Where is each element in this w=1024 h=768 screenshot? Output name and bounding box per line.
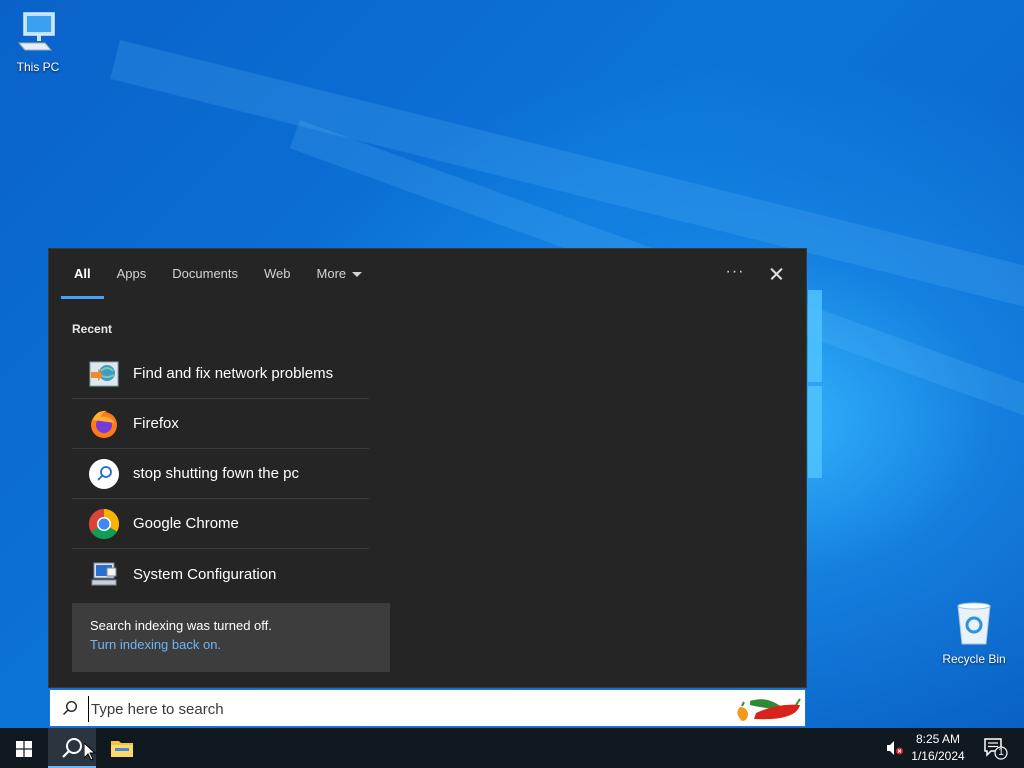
list-item-label: Find and fix network problems [133,365,334,382]
search-highlight-peppers-icon [737,698,801,721]
close-icon[interactable] [763,261,789,287]
taskbar-search-box[interactable] [49,689,806,727]
tab-label: Apps [116,266,147,281]
desktop-icon-label: Recycle Bin [942,652,1006,666]
list-item[interactable]: Find and fix network problems [72,349,369,399]
tab-all[interactable]: All [61,249,104,299]
taskbar: 8:25 AM 1/16/2024 1 [0,728,1024,768]
computer-icon [17,12,55,51]
desktop-icon-label: This PC [16,60,60,74]
firefox-icon [91,410,117,438]
tab-label: More [316,266,347,281]
action-center-button[interactable]: 1 [976,728,1024,768]
start-button[interactable] [0,728,48,768]
windows-logo-icon [16,741,32,757]
turn-indexing-on-link[interactable]: Turn indexing back on. [90,637,372,652]
more-options-button[interactable]: ··· [721,261,749,287]
mouse-cursor-icon [84,743,96,761]
tab-label: Web [264,266,291,281]
network-troubleshooter-icon [89,361,119,386]
tab-web[interactable]: Web [251,249,304,299]
chevron-down-icon [352,272,363,278]
recent-heading: Recent [72,322,113,336]
search-input[interactable] [88,696,693,722]
search-icon [63,700,78,715]
tab-more[interactable]: More [304,249,376,299]
recent-list: Find and fix network problems Firefox st… [72,349,369,599]
search-history-icon [89,458,119,489]
tab-label: All [74,266,91,281]
taskbar-file-explorer[interactable] [98,728,146,768]
list-item[interactable]: System Configuration [72,549,369,599]
list-item-label: Google Chrome [133,515,239,532]
wallpaper-logo [808,290,822,480]
search-icon [62,738,82,758]
list-item-label: System Configuration [133,565,277,583]
list-item[interactable]: Firefox [72,399,369,449]
desktop-icon-recycle-bin[interactable]: Recycle Bin [936,600,1012,666]
chrome-icon [88,508,120,539]
clock-time: 8:25 AM [915,732,961,746]
list-item-label: Firefox [133,415,179,432]
list-item-label: stop shutting fown the pc [133,465,299,482]
system-configuration-icon [91,562,117,586]
list-item[interactable]: Google Chrome [72,499,369,549]
list-item[interactable]: stop shutting fown the pc [72,449,369,499]
tab-apps[interactable]: Apps [104,249,160,299]
notification-count-badge: 1 [998,747,1004,758]
tab-label: Documents [172,266,239,281]
recycle-bin-icon [957,602,991,645]
search-panel: All Apps Documents Web More ··· Recent F… [48,248,807,688]
clock-date: 1/16/2024 [911,749,965,763]
folder-icon [111,741,133,757]
notice-text: Search indexing was turned off. [90,618,272,633]
tab-documents[interactable]: Documents [159,249,251,299]
search-tabs: All Apps Documents Web More [61,249,375,299]
indexing-notice: Search indexing was turned off. Turn ind… [72,603,390,672]
taskbar-clock[interactable]: 8:25 AM 1/16/2024 [898,731,978,765]
desktop-icon-this-pc[interactable]: This PC [0,10,76,74]
notification-icon [984,738,1008,760]
